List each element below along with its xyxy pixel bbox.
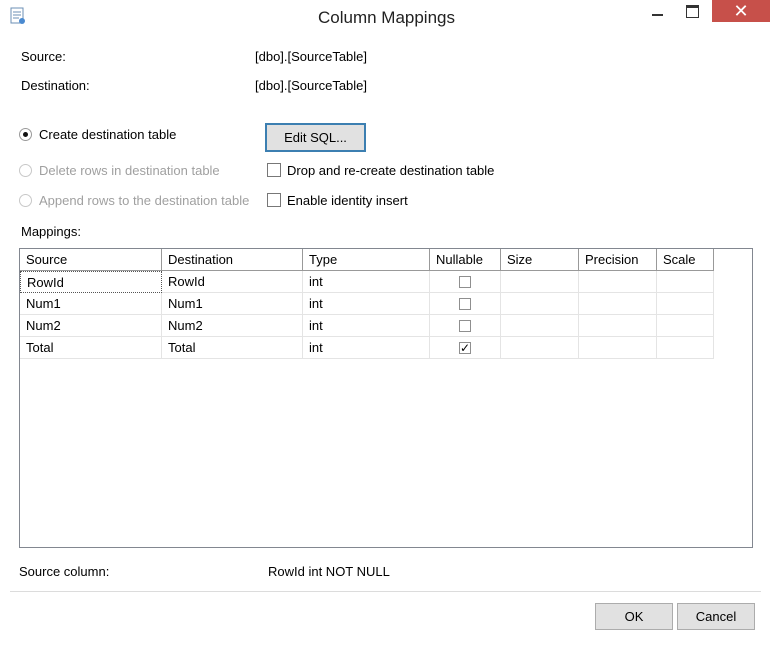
cell-type[interactable]: int [303, 315, 430, 337]
title-bar: Column Mappings ✕ [0, 0, 773, 32]
mappings-label: Mappings: [21, 224, 81, 239]
column-header-destination[interactable]: Destination [162, 249, 303, 271]
close-button[interactable]: ✕ [712, 0, 770, 22]
table-row[interactable]: Num2 Num2 int [20, 315, 714, 337]
cell-type[interactable]: int [303, 271, 430, 293]
cell-precision[interactable] [579, 315, 657, 337]
drop-recreate-checkbox[interactable] [267, 163, 281, 177]
cell-nullable[interactable] [430, 293, 501, 315]
maximize-button[interactable] [678, 0, 708, 22]
identity-insert-label[interactable]: Enable identity insert [287, 193, 408, 208]
minimize-button[interactable] [642, 0, 672, 22]
cell-destination[interactable]: Num1 [162, 293, 303, 315]
destination-value: [dbo].[SourceTable] [255, 78, 368, 93]
edit-sql-button[interactable]: Edit SQL... [265, 123, 366, 152]
delete-rows-label: Delete rows in destination table [39, 163, 220, 178]
cell-source[interactable]: Total [20, 337, 162, 359]
cell-destination[interactable]: Num2 [162, 315, 303, 337]
column-header-nullable[interactable]: Nullable [430, 249, 501, 271]
cell-destination[interactable]: RowId [162, 271, 303, 293]
drop-recreate-label[interactable]: Drop and re-create destination table [287, 163, 494, 178]
cell-nullable[interactable] [430, 271, 501, 293]
column-header-source[interactable]: Source [20, 249, 162, 271]
source-value: [dbo].[SourceTable] [255, 49, 368, 64]
cell-source[interactable]: Num1 [20, 293, 162, 315]
column-header-type[interactable]: Type [303, 249, 430, 271]
table-row[interactable]: Num1 Num1 int [20, 293, 714, 315]
ok-button[interactable]: OK [595, 603, 673, 630]
column-header-size[interactable]: Size [501, 249, 579, 271]
cell-scale[interactable] [657, 337, 714, 359]
source-column-value: RowId int NOT NULL [268, 564, 390, 579]
cell-destination[interactable]: Total [162, 337, 303, 359]
append-rows-label: Append rows to the destination table [39, 193, 250, 208]
destination-label: Destination: [21, 78, 90, 93]
cell-scale[interactable] [657, 315, 714, 337]
cell-size[interactable] [501, 315, 579, 337]
cell-precision[interactable] [579, 337, 657, 359]
cell-nullable[interactable] [430, 315, 501, 337]
nullable-checkbox[interactable] [459, 276, 471, 288]
cell-size[interactable] [501, 293, 579, 315]
cell-source[interactable]: RowId [20, 271, 162, 293]
source-column-label: Source column: [19, 564, 110, 579]
table-row[interactable]: Total Total int [20, 337, 714, 359]
column-header-scale[interactable]: Scale [657, 249, 714, 271]
nullable-checkbox[interactable] [459, 338, 471, 359]
cell-scale[interactable] [657, 271, 714, 293]
cell-precision[interactable] [579, 293, 657, 315]
nullable-checkbox[interactable] [459, 298, 471, 310]
nullable-checkbox[interactable] [459, 320, 471, 332]
source-label: Source: [21, 49, 66, 64]
cell-size[interactable] [501, 271, 579, 293]
create-table-label[interactable]: Create destination table [39, 127, 176, 142]
cancel-button[interactable]: Cancel [677, 603, 755, 630]
append-rows-radio [19, 194, 32, 207]
identity-insert-checkbox[interactable] [267, 193, 281, 207]
cell-type[interactable]: int [303, 293, 430, 315]
mappings-grid[interactable]: Source Destination Type Nullable Size Precisi… [19, 248, 753, 548]
create-table-radio[interactable] [19, 128, 32, 141]
cell-size[interactable] [501, 337, 579, 359]
cell-scale[interactable] [657, 293, 714, 315]
cell-type[interactable]: int [303, 337, 430, 359]
table-row[interactable]: RowId RowId int [20, 271, 714, 293]
column-header-precision[interactable]: Precision [579, 249, 657, 271]
delete-rows-radio [19, 164, 32, 177]
cell-nullable[interactable] [430, 337, 501, 359]
cell-precision[interactable] [579, 271, 657, 293]
separator [10, 591, 761, 592]
cell-source[interactable]: Num2 [20, 315, 162, 337]
